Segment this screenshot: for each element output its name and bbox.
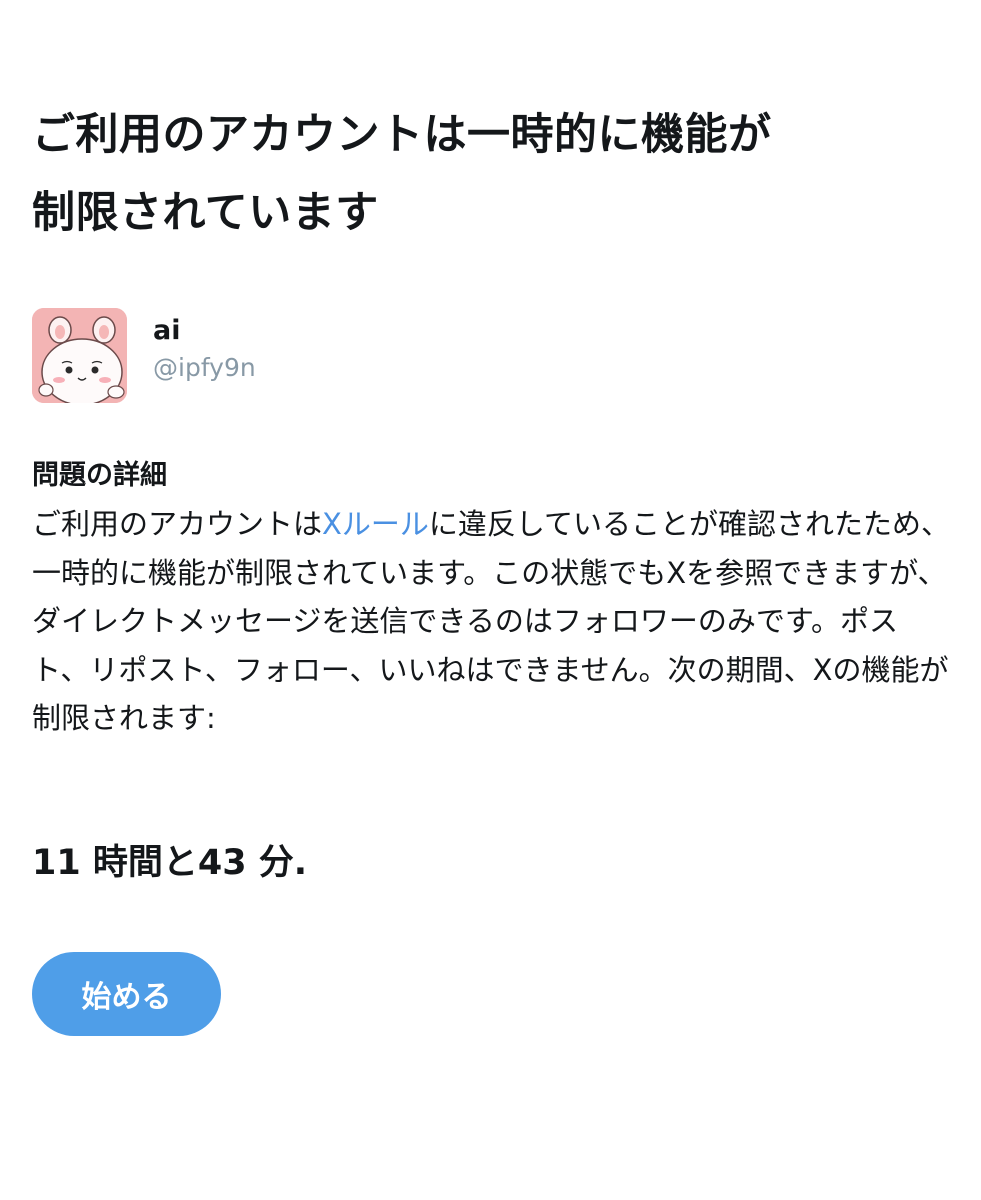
avatar — [32, 308, 127, 403]
x-rules-link[interactable]: Xルール — [322, 507, 429, 541]
display-name: ai — [153, 315, 181, 346]
account-names: ai @ipfy9n — [153, 308, 256, 388]
start-button[interactable]: 始める — [32, 952, 221, 1036]
section-heading: 問題の詳細 — [32, 460, 167, 491]
details-text-body: に違反していることが確認されたため、一時的に機能が制限されています。この状態でも… — [32, 507, 951, 735]
avatar-character-icon — [32, 308, 127, 403]
details-text-intro: ご利用のアカウントは — [32, 507, 323, 541]
page-title-line-1: ご利用のアカウントは一時的に機能が — [32, 110, 772, 160]
restriction-duration: 11 時間と43 分. — [32, 843, 308, 883]
page-title-line-2: 制限されています — [32, 188, 379, 238]
account-info: ai @ipfy9n — [32, 308, 256, 404]
page-title: ご利用のアカウントは一時的に機能が 制限されています — [32, 96, 952, 252]
details-text: ご利用のアカウントはXルールに違反していることが確認されたため、一時的に機能が制… — [32, 500, 952, 743]
account-handle: @ipfy9n — [153, 353, 256, 382]
problem-details: 問題の詳細 ご利用のアカウントはXルールに違反していることが確認されたため、一時… — [32, 456, 952, 743]
restriction-page: ご利用のアカウントは一時的に機能が 制限されています ai @ipfy9n 問題… — [32, 96, 952, 1036]
